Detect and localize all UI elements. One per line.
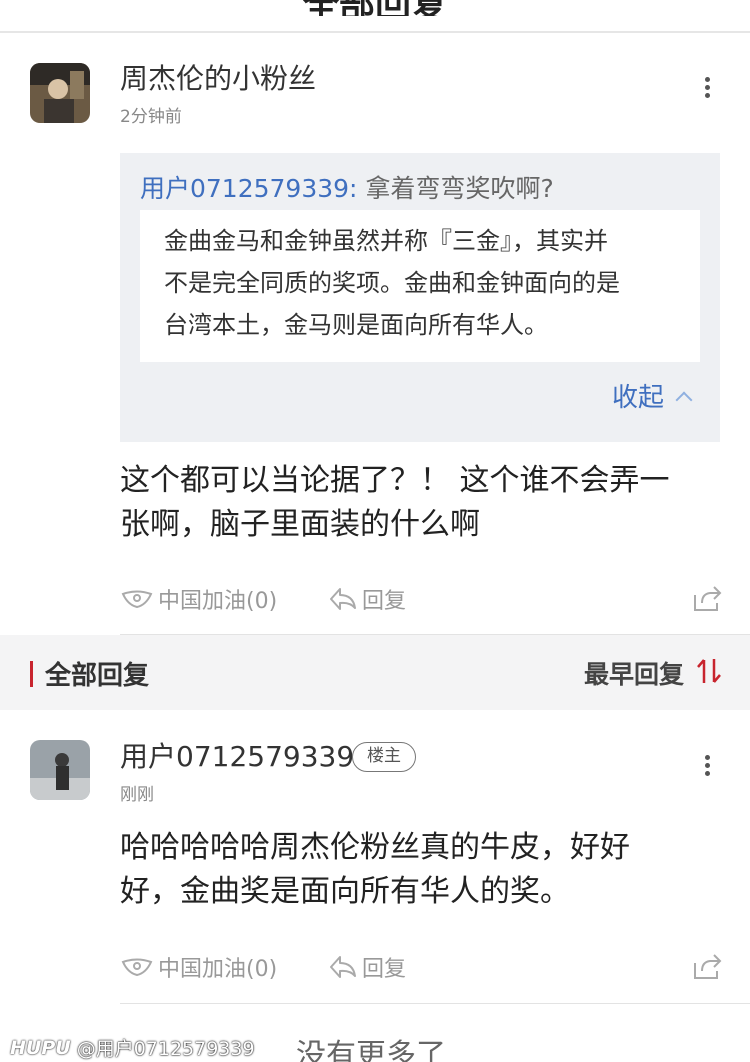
body-line: 哈哈哈哈哈周杰伦粉丝真的牛皮，好好 [120, 830, 630, 865]
image-text-line: 金曲金马和金钟虽然并称『三金』，其实并 [164, 227, 608, 255]
section-title: 全部回复 [45, 661, 150, 691]
image-text-line: 不是完全同质的奖项。金曲和金钟面向的是 [164, 269, 620, 297]
cheer-button[interactable]: 中国加油(0) [120, 583, 277, 615]
watermark-user: @用户0712579339 [76, 1038, 255, 1060]
owner-badge: 楼主 [352, 742, 416, 772]
page-title: 全部回复 [0, 0, 750, 16]
body-line: 这个都可以当论据了？！ 这个谁不会弄一 [120, 463, 670, 498]
comment-time: 刚刚 [120, 785, 154, 805]
watermark-logo: HUPU [10, 1036, 71, 1059]
quoted-reply: 用户0712579339: 拿着弯弯奖吹啊? 金曲金马和金钟虽然并称『三金』，其… [120, 153, 720, 442]
body-line: 好，金曲奖是面向所有华人的奖。 [120, 874, 570, 909]
body-line: 张啊，脑子里面装的什么啊 [120, 507, 480, 542]
share-button[interactable] [692, 951, 722, 981]
quote-preview: 拿着弯弯奖吹啊? [365, 174, 554, 203]
more-vertical-icon[interactable] [697, 752, 717, 788]
quote-header: 用户0712579339: 拿着弯弯奖吹啊? [140, 173, 554, 205]
comment-author[interactable]: 周杰伦的小粉丝 [120, 62, 316, 96]
no-more-text: 没有更多了 [296, 1038, 446, 1062]
section-marker [30, 660, 33, 687]
avatar[interactable] [30, 740, 90, 800]
reply-button[interactable]: 回复 [328, 583, 406, 615]
cheer-button[interactable]: 中国加油(0) [120, 951, 277, 983]
action-bar: 中国加油(0) 回复 [120, 583, 730, 623]
action-bar: 中国加油(0) 回复 [120, 951, 730, 991]
sort-icon [696, 657, 722, 689]
quote-user-link[interactable]: 用户0712579339: [140, 174, 357, 203]
quoted-image[interactable]: 金曲金马和金钟虽然并称『三金』，其实并 不是完全同质的奖项。金曲和金钟面向的是 … [140, 210, 700, 362]
chevron-up-icon [675, 391, 693, 408]
sort-label: 最早回复 [583, 660, 684, 689]
cheer-icon [120, 587, 154, 611]
share-icon [692, 951, 722, 981]
reply-arrow-icon [328, 586, 358, 612]
reply-arrow-icon [328, 954, 358, 980]
share-icon [692, 583, 722, 613]
image-text-line: 台湾本土，金马则是面向所有华人。 [164, 311, 548, 339]
sort-toggle[interactable]: 最早回复 [584, 655, 722, 691]
divider [120, 1003, 750, 1004]
reply-button[interactable]: 回复 [328, 951, 406, 983]
cheer-icon [120, 955, 154, 979]
reply-label: 回复 [362, 957, 407, 982]
share-button[interactable] [692, 583, 722, 613]
header-divider [0, 31, 750, 33]
avatar[interactable] [30, 63, 90, 123]
comment-time: 2分钟前 [120, 107, 182, 127]
more-vertical-icon[interactable] [697, 74, 717, 110]
all-replies-bar: 全部回复 最早回复 [0, 635, 750, 710]
collapse-button[interactable]: 收起 [611, 377, 693, 414]
watermark: HUPU @用户0712579339 [10, 1034, 255, 1061]
comment-body: 哈哈哈哈哈周杰伦粉丝真的牛皮，好好 好，金曲奖是面向所有华人的奖。 [120, 826, 630, 914]
comment-author[interactable]: 用户0712579339 [120, 740, 354, 774]
cheer-label: 中国加油(0) [158, 589, 278, 614]
collapse-label: 收起 [611, 383, 664, 413]
section-header: 全部回复 [30, 655, 149, 692]
cheer-label: 中国加油(0) [158, 957, 278, 982]
comment-body: 这个都可以当论据了？！ 这个谁不会弄一 张啊，脑子里面装的什么啊 [120, 459, 670, 547]
reply-label: 回复 [362, 589, 407, 614]
